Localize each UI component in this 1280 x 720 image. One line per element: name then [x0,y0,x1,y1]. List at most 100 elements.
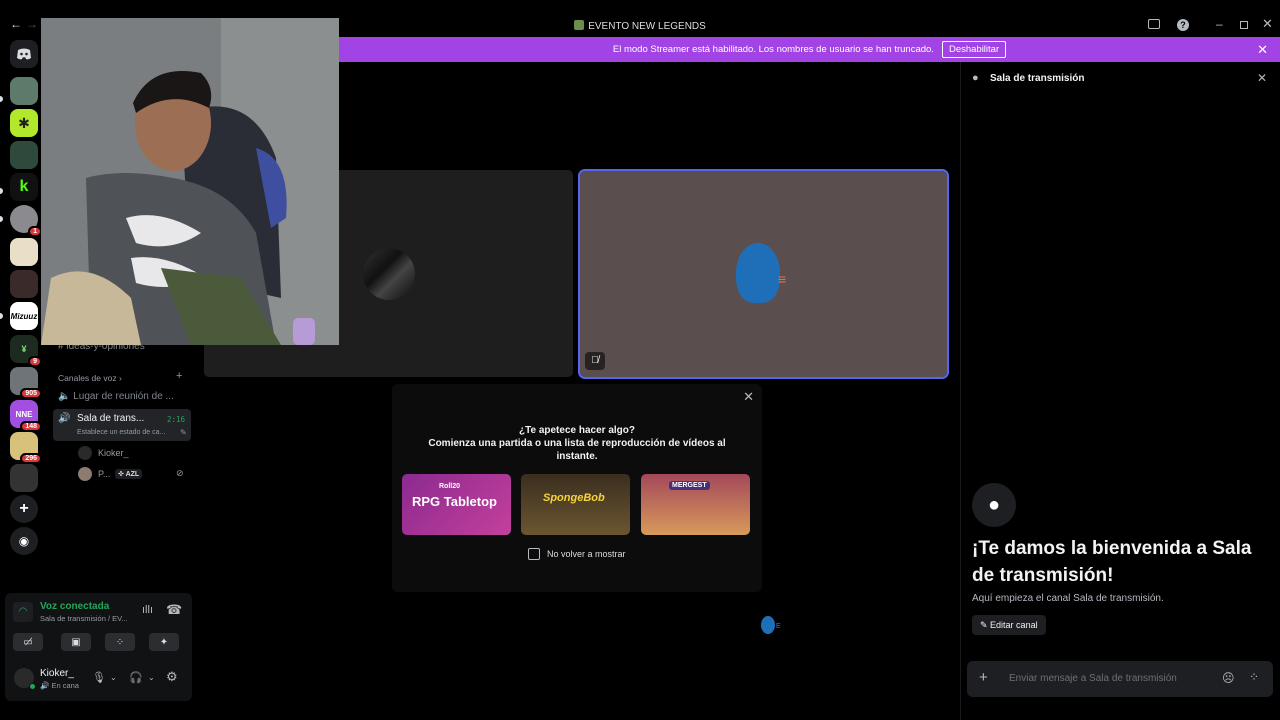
headphones-icon[interactable]: 🎧 [129,671,143,684]
activity-line-2: Comienza una partida o una lista de repr… [428,438,726,462]
plus-attach-icon[interactable]: + [979,669,988,686]
voice-channel-2-label: Sala de trans... [77,413,145,424]
message-input[interactable]: + Enviar mensaje a Sala de transmisión ☹… [967,661,1273,697]
chat-close-icon[interactable]: ✕ [1257,71,1267,85]
muted-mic-icon: 🎙̸ [585,352,605,370]
floating-avatar-label: E [776,623,781,630]
activities-icon: ⁘ [115,636,125,648]
voice-category[interactable]: Canales de voz › [58,373,122,383]
mention-badge: 905 [20,388,42,399]
unread-pill [0,313,3,319]
server-icon-3[interactable] [10,141,38,169]
activity-card-mergest[interactable]: MERGEST [641,474,750,535]
dont-show-checkbox[interactable] [528,548,540,560]
emoji-icon[interactable]: ☹ [1222,671,1235,685]
disable-streamer-button[interactable]: Deshabilitar [941,41,1007,58]
server-icon-11[interactable]: NNE 148 [10,400,42,432]
voice-status-text[interactable]: Establece un estado de ca... [77,429,165,436]
edit-channel-button[interactable]: ✎ Editar canal [972,615,1046,635]
member-tag-text: AZL [125,471,140,478]
voice-member-1[interactable]: Kioker_ [78,446,188,462]
create-channel-icon[interactable]: + [176,370,182,382]
microphone-icon[interactable]: 🎙 [92,671,106,684]
banner-text: El modo Streamer está habilitado. Los no… [612,44,934,55]
server-icon-7[interactable] [10,270,38,298]
soundboard-icon: ✦ [159,636,169,648]
voice-channel-1[interactable]: 🔈 Lugar de reunión de ... [58,391,174,402]
voice-channel-path[interactable]: Sala de transmisión / EV... [40,614,128,623]
chevron-down-icon[interactable]: ⌄ [148,673,155,682]
settings-gear-icon[interactable]: ⚙ [166,669,178,685]
welcome-subtitle: Aquí empieza el canal Sala de transmisió… [972,593,1164,604]
online-status-dot [29,683,36,690]
voice-user-panel: ◠ Voz conectada Sala de transmisión / EV… [5,593,192,701]
bug-icon: ✱ [18,114,30,131]
server-icon-12[interactable]: 296 [10,432,42,464]
close-icon[interactable]: ✕ [743,389,754,405]
help-icon[interactable]: ? [1177,19,1189,31]
maximize-icon[interactable] [1240,21,1248,29]
activity-card-spongebob[interactable]: SpongeBob [521,474,630,535]
minimize-icon[interactable]: – [1216,17,1223,31]
speaker-icon: 🔈 [58,391,74,402]
member-name: P... [98,469,111,479]
voice-channel-2[interactable]: 🔊 Sala de trans... 2:16 Establece un est… [53,409,191,441]
activity-card-rpg[interactable]: Roll20 RPG Tabletop [402,474,511,535]
mention-badge: 296 [20,453,42,464]
chevron-down-icon[interactable]: ⌄ [110,673,117,682]
signal-icon[interactable]: ◠ [13,602,33,622]
server-icon-13[interactable] [10,464,38,492]
add-server-icon[interactable]: + [10,495,38,523]
participant-tile-2[interactable]: ≡ 🎙̸ [578,169,949,379]
mention-badge: 148 [20,421,42,432]
user-status-text: En cana [51,681,79,690]
voice-category-label: Canales de voz [58,373,117,383]
camera-off-button[interactable]: ▭̸ [13,633,43,651]
activities-button[interactable]: ⁘ [105,633,135,651]
chat-bubble-icon: ● [972,72,979,84]
voice-connected-label[interactable]: Voz conectada [40,601,109,612]
disconnect-phone-icon[interactable]: ☎ [166,602,182,618]
voice-member-2[interactable]: P... ✜ AZL ⊘ [78,467,193,483]
dont-show-label[interactable]: No volver a mostrar [547,549,626,559]
welcome-heading: ¡Te damos la bienvenida a Sala de transm… [972,538,1252,586]
activity-line-1: ¿Te apetece hacer algo? [519,425,635,436]
server-icon-6[interactable] [10,238,38,266]
mention-badge: 1 [28,226,42,237]
user-status: 🔊 En cana [40,681,79,690]
avatar [78,467,92,481]
window-close-icon[interactable]: ✕ [1262,16,1273,32]
apps-icon[interactable]: ⁘ [1249,670,1259,684]
unread-pill [0,188,3,194]
chat-header-title: Sala de transmisión [990,73,1085,84]
avatar [78,446,92,460]
message-placeholder: Enviar mensaje a Sala de transmisión [1009,673,1177,684]
inbox-icon[interactable] [1148,19,1160,29]
activity-title: ¿Te apetece hacer algo? Comienza una par… [392,424,762,463]
server-icon [574,20,585,30]
text-chat-panel: ● Sala de transmisión ✕ ● ¡Te damos la b… [960,62,1280,720]
server-icon-10[interactable]: 905 [10,367,42,399]
rpg-tabletop-label: RPG Tabletop [412,494,497,509]
server-icon-2[interactable]: ✱ [10,109,38,137]
server-icon-1[interactable] [10,77,38,105]
soundboard-wave-icon[interactable]: ıllı [142,604,153,616]
discover-compass-icon[interactable]: ◉ [10,527,38,555]
participant-avatar [736,243,780,303]
banner-close-icon[interactable]: ✕ [1257,42,1268,58]
spongebob-label: SpongeBob [543,492,605,504]
screen-share-button[interactable]: ▣ [61,633,91,651]
soundboard-button[interactable]: ✦ [149,633,179,651]
server-icon-5[interactable]: 1 [10,205,42,237]
discord-home-icon[interactable] [10,40,38,68]
kick-server-icon[interactable]: k [10,173,38,201]
leaf-icon: ¥ [21,344,27,354]
server-icon-8[interactable]: Mizuuz [10,302,38,330]
participant-avatar [363,248,415,300]
member-tag: ✜ AZL [115,469,143,479]
server-icon-9[interactable]: ¥ 9 [10,335,42,367]
edit-pencil-icon[interactable]: ✎ [180,428,187,437]
speaker-active-icon: 🔊 [58,413,71,424]
camera-off-icon: ▭̸ [23,636,33,648]
username[interactable]: Kioker_ [40,668,74,679]
